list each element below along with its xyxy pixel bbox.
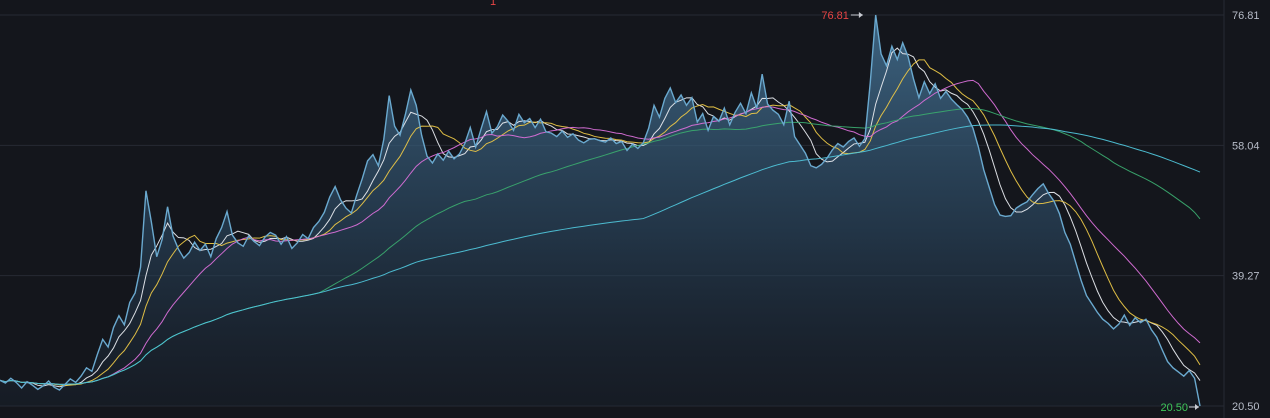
y-tick-label: 39.27 <box>1232 271 1260 283</box>
y-tick-label: 58.04 <box>1232 140 1260 152</box>
price-area-chart[interactable]: 76.81 58.04 39.27 20.50 76.81 20.50 1 <box>0 0 1270 418</box>
top-marker-label: 1 <box>490 0 496 8</box>
y-axis: 76.81 58.04 39.27 20.50 <box>1232 10 1260 413</box>
price-area-fill <box>0 15 1200 406</box>
max-arrow-head <box>858 12 863 18</box>
price-area <box>0 15 1200 406</box>
y-tick-label: 20.50 <box>1232 401 1260 413</box>
min-price-label: 20.50 <box>1160 402 1188 414</box>
max-price-label: 76.81 <box>821 10 849 22</box>
y-tick-label: 76.81 <box>1232 10 1260 22</box>
stock-chart[interactable]: 76.81 58.04 39.27 20.50 76.81 20.50 1 <box>0 0 1270 418</box>
